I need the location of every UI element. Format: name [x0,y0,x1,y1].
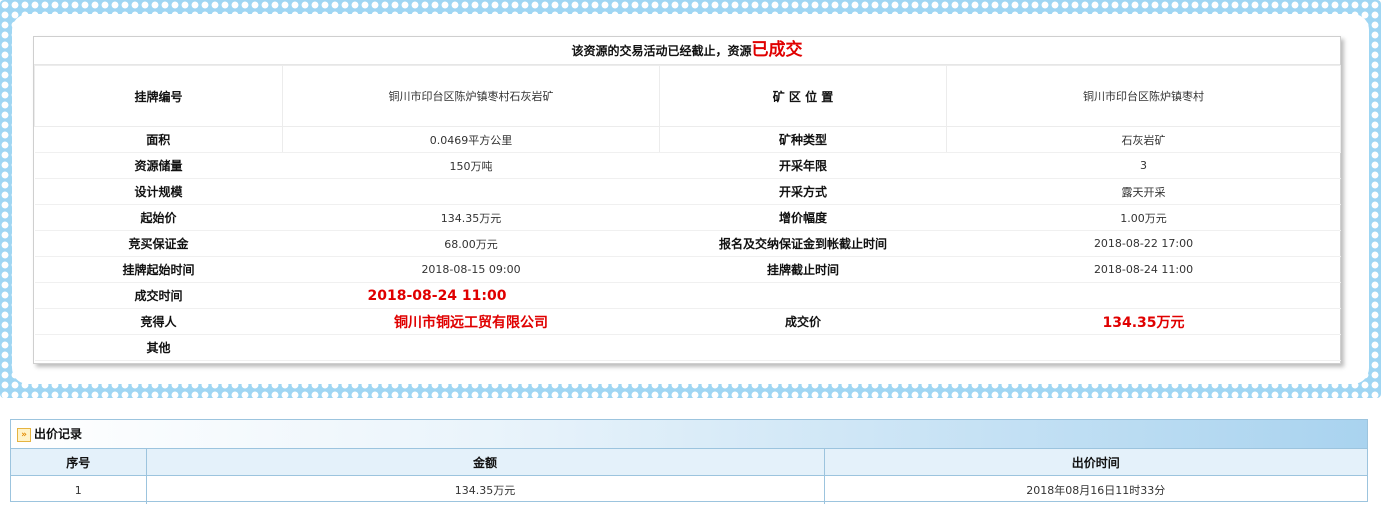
field-label: 资源储量 [34,152,283,179]
deal-price-label: 成交价 [659,308,947,335]
field-label: 挂牌截止时间 [659,256,947,283]
info-row: 设计规模 开采方式 露天开采 [34,178,1341,205]
deal-time-row: 成交时间 2018-08-24 11:00 [34,282,1341,309]
field-value: 2018-08-22 17:00 [946,230,1341,257]
field-label: 报名及交纳保证金到帐截止时间 [659,230,947,257]
info-row: 挂牌起始时间 2018-08-15 09:00 挂牌截止时间 2018-08-2… [34,256,1341,283]
field-value: 68.00万元 [282,230,660,257]
deal-status: 已成交 [751,40,803,60]
resource-info-table: 挂牌编号 铜川市印台区陈炉镇枣村石灰岩矿 矿 区 位 置 铜川市印台区陈炉镇枣村… [34,65,1341,361]
field-label: 设计规模 [34,178,283,205]
deal-price-value: 134.35万元 [946,308,1341,335]
table-row: 1 134.35万元 2018年08月16日11时33分 [11,475,1367,504]
field-value: 2018-08-15 09:00 [282,256,660,283]
field-value: 铜川市印台区陈炉镇枣村石灰岩矿 [282,65,660,127]
field-value: 铜川市印台区陈炉镇枣村 [946,65,1341,127]
field-label: 竞买保证金 [34,230,283,257]
table-header-row: 序号 金额 出价时间 [11,449,1367,476]
bid-records-title: 出价记录 [34,427,83,441]
bid-records-panel: » 出价记录 序号 金额 出价时间 1 134.35万元 2018年08月16日1… [10,419,1368,504]
winner-row: 竞得人 铜川市铜远工贸有限公司 成交价 134.35万元 [34,308,1341,335]
bid-time: 2018年08月16日11时33分 [1026,484,1166,497]
other-label: 其他 [34,334,283,361]
field-value: 150万吨 [282,152,660,179]
deal-time-label: 成交时间 [34,282,283,309]
field-value [282,178,660,205]
deal-time-value: 2018-08-24 11:00 [282,282,1341,309]
field-label: 增价幅度 [659,204,947,231]
field-label: 挂牌编号 [34,65,283,127]
winner-value: 铜川市铜远工贸有限公司 [282,308,660,335]
column-header-time: 出价时间 [824,449,1367,476]
notice-text: 该资源的交易活动已经截止，资源 [571,44,752,58]
info-row: 竞买保证金 68.00万元 报名及交纳保证金到帐截止时间 2018-08-22 … [34,230,1341,257]
field-label: 挂牌起始时间 [34,256,283,283]
other-value [282,334,1341,361]
field-label: 开采方式 [659,178,947,205]
field-value: 2018-08-24 11:00 [946,256,1341,283]
info-row: 起始价 134.35万元 增价幅度 1.00万元 [34,204,1341,231]
other-row: 其他 [34,334,1341,361]
winner-label: 竞得人 [34,308,283,335]
field-value: 134.35万元 [282,204,660,231]
field-value: 3 [946,152,1341,179]
column-header-index: 序号 [11,449,147,476]
field-value: 露天开采 [946,178,1341,205]
info-row: 挂牌编号 铜川市印台区陈炉镇枣村石灰岩矿 矿 区 位 置 铜川市印台区陈炉镇枣村 [34,65,1341,127]
bid-records-table: 序号 金额 出价时间 1 134.35万元 2018年08月16日11时33分 [11,449,1367,504]
deal-notice: 该资源的交易活动已经截止，资源已成交 [34,37,1340,65]
resource-info-panel: 该资源的交易活动已经截止，资源已成交 挂牌编号 铜川市印台区陈炉镇枣村石灰岩矿 … [33,36,1341,364]
field-label: 矿种类型 [659,126,947,153]
bid-records-header: » 出价记录 [11,420,1367,449]
bid-index: 1 [11,475,147,504]
column-header-amount: 金额 [146,449,825,476]
info-row: 资源储量 150万吨 开采年限 3 [34,152,1341,179]
field-label: 矿 区 位 置 [659,65,947,127]
field-value: 石灰岩矿 [946,126,1341,153]
bid-amount: 134.35万元 [146,475,825,504]
double-arrow-icon: » [17,427,31,442]
field-label: 起始价 [34,204,283,231]
field-value: 0.0469平方公里 [282,126,660,153]
field-label: 开采年限 [659,152,947,179]
field-label: 面积 [34,126,283,153]
info-row: 面积 0.0469平方公里 矿种类型 石灰岩矿 [34,126,1341,153]
field-value: 1.00万元 [946,204,1341,231]
